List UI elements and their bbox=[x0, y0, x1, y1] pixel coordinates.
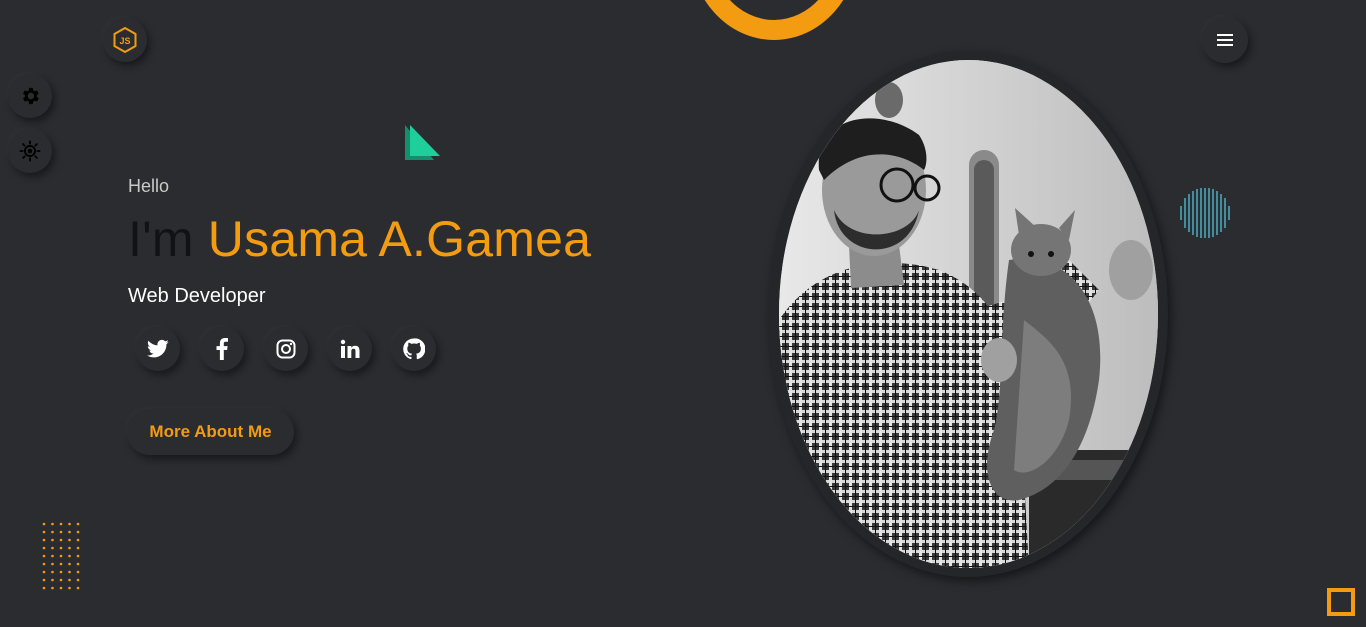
theme-toggle-button[interactable] bbox=[8, 129, 52, 173]
intro-text: I'm bbox=[128, 211, 194, 267]
facebook-icon bbox=[216, 338, 228, 360]
linkedin-link[interactable] bbox=[328, 327, 372, 371]
twitter-link[interactable] bbox=[136, 327, 180, 371]
instagram-link[interactable] bbox=[264, 327, 308, 371]
decorative-dot-grid bbox=[42, 522, 80, 590]
decorative-striped-circle bbox=[1180, 188, 1230, 238]
nodejs-hexagon-icon: JS bbox=[113, 26, 137, 54]
svg-text:JS: JS bbox=[119, 36, 130, 46]
hero-heading: I'm Usama A.Gamea bbox=[128, 210, 591, 268]
logo-button[interactable]: JS bbox=[103, 18, 147, 62]
role-text: Web Developer bbox=[128, 285, 266, 307]
social-links bbox=[136, 327, 436, 371]
decorative-orange-ring bbox=[689, 0, 859, 40]
portrait-photo bbox=[779, 60, 1158, 568]
portrait-illustration bbox=[779, 60, 1158, 568]
developer-name: Usama A.Gamea bbox=[207, 211, 592, 267]
more-about-me-button[interactable]: More About Me bbox=[127, 409, 294, 455]
facebook-link[interactable] bbox=[200, 327, 244, 371]
linkedin-icon bbox=[340, 339, 360, 358]
instagram-icon bbox=[276, 339, 296, 359]
github-icon bbox=[403, 338, 425, 360]
gear-icon bbox=[23, 87, 39, 105]
twitter-icon bbox=[147, 339, 169, 358]
decorative-orange-square bbox=[1327, 588, 1355, 616]
sun-icon bbox=[19, 140, 41, 162]
github-link[interactable] bbox=[392, 327, 436, 371]
menu-button[interactable] bbox=[1202, 17, 1248, 63]
hamburger-menu-icon bbox=[1217, 34, 1233, 46]
decorative-triangle-icon bbox=[405, 125, 440, 160]
greeting-text: Hello bbox=[128, 176, 170, 196]
settings-button[interactable] bbox=[8, 74, 52, 118]
